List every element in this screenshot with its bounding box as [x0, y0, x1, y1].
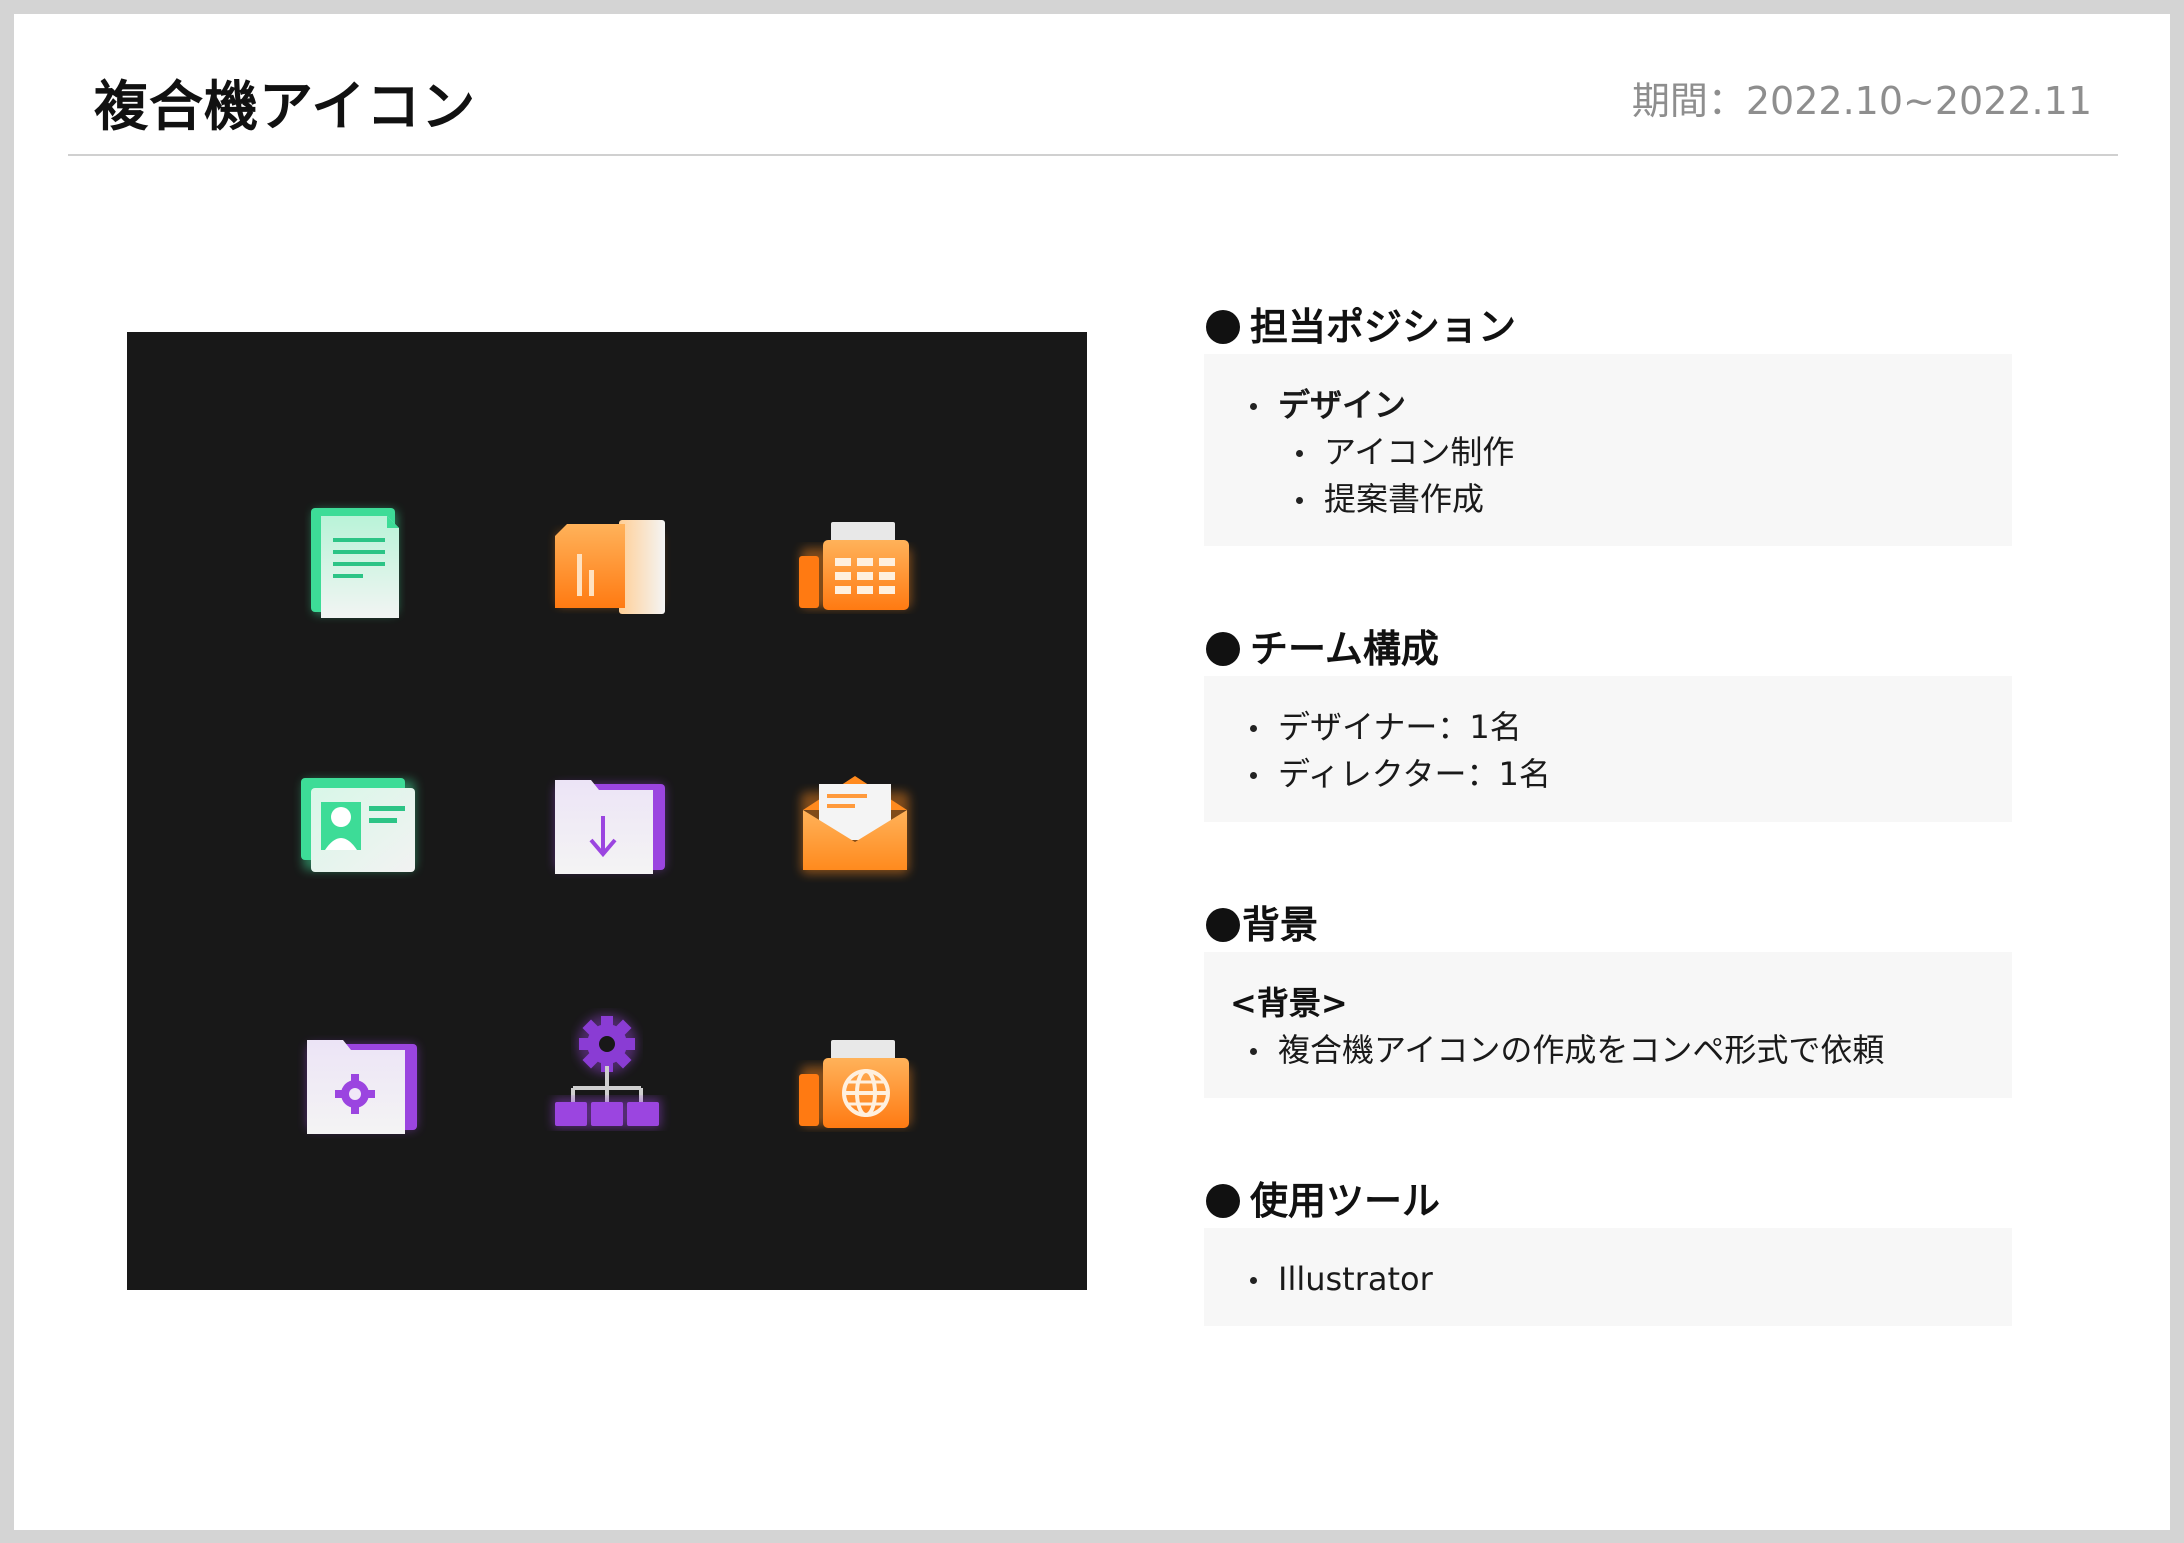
fax-globe-icon — [795, 1022, 915, 1142]
page-frame: 複合機アイコン 期間：2022.10~2022.11 担当ポジション デザイン … — [14, 14, 2170, 1530]
page-title: 複合機アイコン — [94, 75, 477, 138]
bullet-dot-icon — [1206, 310, 1240, 344]
tool-item: Illustrator — [1250, 1256, 2012, 1303]
open-mail-icon — [795, 762, 915, 882]
icon-showcase-image — [127, 332, 1087, 1290]
section-heading-text: チーム構成 — [1250, 627, 1439, 671]
settings-folder-icon — [299, 1022, 419, 1142]
section-heading-tools: 使用ツール — [1206, 1170, 1440, 1225]
background-subheading: <背景> — [1230, 984, 1348, 1022]
background-item: 複合機アイコンの作成をコンペ形式で依頼 — [1250, 1027, 2012, 1074]
role-item: デザイン — [1250, 382, 2012, 429]
network-gear-icon — [547, 1012, 667, 1132]
bullet-dot-icon — [1206, 632, 1240, 666]
team-member-item: デザイナー：1名 — [1250, 704, 2012, 751]
section-heading-team: チーム構成 — [1206, 618, 1439, 673]
section-heading-background: 背景 — [1206, 894, 1318, 949]
project-period: 期間：2022.10~2022.11 — [1631, 79, 2092, 123]
task-item: 提案書作成 — [1296, 476, 2012, 523]
background-box: <背景> 複合機アイコンの作成をコンペ形式で依頼 — [1204, 952, 2012, 1098]
section-heading-text: 背景 — [1242, 903, 1319, 947]
page-header: 複合機アイコン 期間：2022.10~2022.11 — [68, 14, 2118, 156]
section-heading-text: 使用ツール — [1250, 1179, 1441, 1223]
bullet-dot-icon — [1206, 1184, 1240, 1218]
position-box: デザイン アイコン制作 提案書作成 — [1204, 354, 2012, 546]
binder-chart-icon — [547, 504, 667, 624]
id-card-icon — [299, 762, 419, 882]
section-heading-position: 担当ポジション — [1206, 296, 1516, 351]
team-box: デザイナー：1名 ディレクター：1名 — [1204, 676, 2012, 822]
tools-box: Illustrator — [1204, 1228, 2012, 1326]
download-folder-icon — [547, 762, 667, 882]
task-item: アイコン制作 — [1296, 429, 2012, 476]
fax-machine-icon — [795, 504, 915, 624]
section-heading-text: 担当ポジション — [1250, 305, 1517, 349]
bullet-dot-icon — [1206, 908, 1240, 942]
team-member-item: ディレクター：1名 — [1250, 751, 2012, 798]
document-icon — [299, 504, 419, 624]
